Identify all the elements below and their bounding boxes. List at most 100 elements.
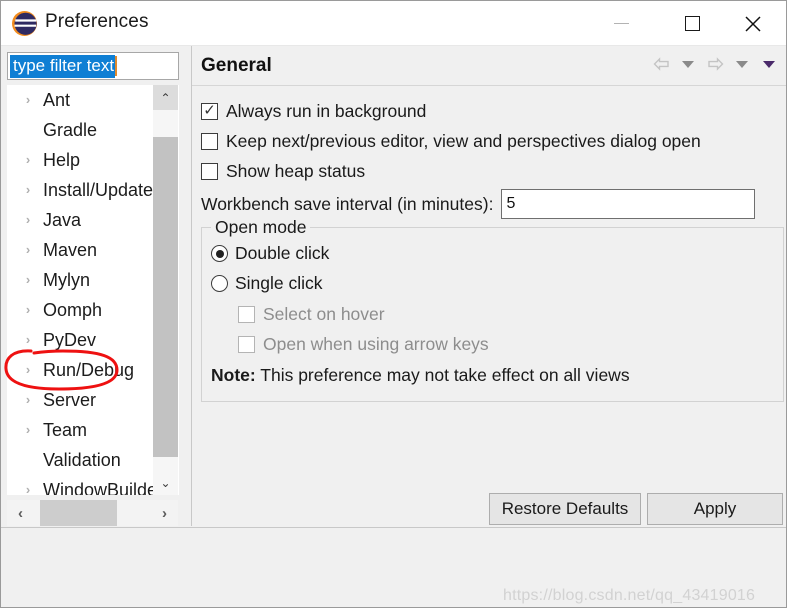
checkbox-checked-icon: ✓: [201, 103, 218, 120]
back-arrow-icon[interactable]: [651, 54, 671, 74]
tree-item-run-debug[interactable]: › Run/Debug: [7, 355, 159, 385]
content-panel: General ✓ Always run in background Keep …: [191, 46, 786, 526]
chevron-right-icon[interactable]: ›: [21, 355, 35, 385]
forward-arrow-icon[interactable]: [705, 54, 725, 74]
tree-item-ant[interactable]: › Ant: [7, 85, 159, 115]
checkbox-select-on-hover: Select on hover: [238, 304, 385, 325]
page-title: General: [201, 55, 272, 76]
workbench-save-interval-row: Workbench save interval (in minutes): 5: [201, 189, 756, 219]
filter-input-value: type filter text: [10, 54, 116, 78]
chevron-right-icon[interactable]: ›: [21, 415, 35, 445]
tree-horizontal-scrollbar[interactable]: ‹ ›: [7, 500, 178, 526]
tree-item-team[interactable]: › Team: [7, 415, 159, 445]
tree-item-label: Team: [43, 420, 88, 440]
text-caret: [115, 56, 118, 76]
tree-item-help[interactable]: › Help: [7, 145, 159, 175]
checkbox-unchecked-icon: [201, 133, 218, 150]
scroll-down-icon[interactable]: ⌄: [153, 470, 178, 495]
tree-item-label: Run/Debug: [43, 360, 135, 380]
apply-button[interactable]: Apply: [647, 493, 783, 525]
radio-unselected-icon: [211, 275, 228, 292]
vertical-scrollbar-thumb[interactable]: [153, 137, 178, 457]
note-text: This preference may not take effect on a…: [260, 365, 630, 385]
content-header: General: [192, 46, 786, 86]
radio-label: Single click: [235, 273, 323, 293]
eclipse-logo-icon: [11, 10, 38, 37]
tree-vertical-scrollbar[interactable]: ⌃ ⌄: [153, 85, 178, 495]
maximize-icon: [684, 16, 700, 31]
checkbox-unchecked-disabled-icon: [238, 306, 255, 323]
checkbox-always-run-in-background[interactable]: ✓ Always run in background: [201, 101, 426, 122]
chevron-right-icon[interactable]: ›: [21, 85, 35, 115]
window-title: Preferences: [45, 11, 149, 32]
checkbox-open-when-using-arrow-keys: Open when using arrow keys: [238, 334, 489, 355]
filter-input[interactable]: type filter text: [7, 52, 179, 80]
checkbox-label: Open when using arrow keys: [263, 334, 489, 354]
chevron-right-icon[interactable]: ›: [21, 475, 35, 495]
tree-item-pydev[interactable]: › PyDev: [7, 325, 159, 355]
forward-dropdown-chevron-down-icon[interactable]: [732, 54, 752, 74]
tree-item-validation[interactable]: Validation: [7, 445, 159, 475]
chevron-right-icon[interactable]: ›: [21, 205, 35, 235]
save-interval-label: Workbench save interval (in minutes):: [201, 193, 494, 214]
restore-defaults-button[interactable]: Restore Defaults: [489, 493, 641, 525]
tree-item-label: Oomph: [43, 300, 103, 320]
tree-item-label: Java: [43, 210, 82, 230]
tree-item-label: Gradle: [43, 120, 98, 140]
tree-item-maven[interactable]: › Maven: [7, 235, 159, 265]
open-mode-group: Open mode Double click Single click Sele…: [201, 217, 784, 402]
checkbox-label: Show heap status: [226, 161, 366, 181]
note-prefix: Note:: [211, 365, 256, 385]
tree-item-label: Validation: [43, 450, 121, 470]
open-mode-note: Note: This preference may not take effec…: [211, 365, 630, 386]
radio-double-click[interactable]: Double click: [211, 243, 329, 264]
radio-single-click[interactable]: Single click: [211, 273, 323, 294]
tree-list: › Ant Gradle › Help › Install/Update › Java › Mave…: [7, 85, 159, 495]
tree-item-java[interactable]: › Java: [7, 205, 159, 235]
back-dropdown-chevron-down-icon[interactable]: [678, 54, 698, 74]
maximize-button[interactable]: [668, 1, 716, 46]
tree-item-label: PyDev: [43, 330, 97, 350]
scroll-left-icon[interactable]: ‹: [7, 500, 34, 526]
chevron-right-icon[interactable]: ›: [21, 235, 35, 265]
tree-item-label: Ant: [43, 90, 71, 110]
save-interval-input[interactable]: 5: [501, 189, 756, 219]
dialog-footer: ?: [1, 527, 786, 607]
checkbox-keep-editor-dialog-open[interactable]: Keep next/previous editor, view and pers…: [201, 131, 701, 152]
tree-item-gradle[interactable]: Gradle: [7, 115, 159, 145]
tree-item-windowbuilder[interactable]: › WindowBuilder: [7, 475, 159, 495]
chevron-right-icon[interactable]: ›: [21, 295, 35, 325]
scroll-right-icon[interactable]: ›: [151, 500, 178, 526]
checkbox-label: Keep next/previous editor, view and pers…: [226, 131, 701, 151]
checkbox-label: Select on hover: [263, 304, 385, 324]
tree-item-label: Server: [43, 390, 97, 410]
chevron-right-icon[interactable]: ›: [21, 325, 35, 355]
checkbox-show-heap-status[interactable]: Show heap status: [201, 161, 365, 182]
tree-item-label: Install/Update: [43, 180, 154, 200]
minimize-icon: [613, 23, 629, 24]
tree-item-label: Mylyn: [43, 270, 91, 290]
tree-item-mylyn[interactable]: › Mylyn: [7, 265, 159, 295]
close-button[interactable]: [729, 1, 777, 46]
chevron-right-icon[interactable]: ›: [21, 265, 35, 295]
checkbox-unchecked-disabled-icon: [238, 336, 255, 353]
preferences-dialog: Preferences type filter text › Ant Gradle ›…: [0, 0, 787, 608]
chevron-right-icon[interactable]: ›: [21, 145, 35, 175]
horizontal-scrollbar-thumb[interactable]: [40, 500, 117, 526]
tree-item-server[interactable]: › Server: [7, 385, 159, 415]
tree-item-label: Help: [43, 150, 81, 170]
tree-item-label: Maven: [43, 240, 98, 260]
view-menu-chevron-down-icon[interactable]: [759, 54, 779, 74]
radio-selected-icon: [211, 245, 228, 262]
chevron-right-icon[interactable]: ›: [21, 175, 35, 205]
tree-item-install-update[interactable]: › Install/Update: [7, 175, 159, 205]
radio-label: Double click: [235, 243, 330, 263]
navigation-icons: [651, 54, 779, 74]
open-mode-legend: Open mode: [211, 217, 311, 238]
title-bar: Preferences: [1, 1, 786, 46]
minimize-button[interactable]: [597, 1, 645, 46]
tree-item-oomph[interactable]: › Oomph: [7, 295, 159, 325]
scroll-up-icon[interactable]: ⌃: [153, 85, 178, 110]
chevron-right-icon[interactable]: ›: [21, 385, 35, 415]
checkbox-unchecked-icon: [201, 163, 218, 180]
